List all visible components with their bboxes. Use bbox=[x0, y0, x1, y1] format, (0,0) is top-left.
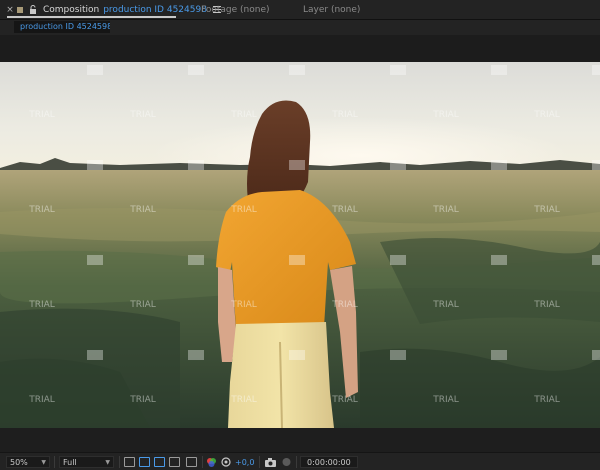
trial-watermark-text: TRIAL bbox=[129, 395, 156, 405]
watermark-logo-icon bbox=[390, 160, 406, 170]
watermark-logo-icon bbox=[592, 65, 600, 75]
show-snapshot-icon bbox=[282, 458, 291, 466]
watermark-logo-icon bbox=[87, 65, 103, 75]
channel-button[interactable] bbox=[206, 456, 217, 468]
active-tab-underline bbox=[7, 16, 176, 18]
watermark-logo-icon bbox=[289, 65, 305, 75]
trial-watermark-text: TRIAL bbox=[331, 110, 358, 120]
watermark-logo-icon bbox=[87, 255, 103, 265]
magnification-dropdown[interactable]: 50% ▼ bbox=[6, 456, 50, 468]
divider bbox=[259, 456, 260, 468]
divider bbox=[202, 456, 203, 468]
trial-watermark-text: TRIAL bbox=[331, 300, 358, 310]
reset-exposure-button[interactable] bbox=[221, 456, 231, 468]
composition-breadcrumb[interactable]: production ID 4524598 bbox=[14, 21, 110, 33]
divider bbox=[54, 456, 55, 468]
camera-icon bbox=[265, 457, 276, 467]
trial-watermark-text: TRIAL bbox=[432, 300, 459, 310]
watermark-logo-icon bbox=[87, 160, 103, 170]
trial-watermark-text: TRIAL bbox=[230, 110, 257, 120]
lock-icon[interactable] bbox=[29, 5, 37, 14]
exposure-icon bbox=[221, 457, 231, 467]
viewer-frame-image: TRIAL TRIAL TRIAL TRIAL TRIAL TRIAL TRIAL TRIAL… bbox=[0, 62, 600, 428]
watermark-logo-icon bbox=[188, 255, 204, 265]
viewer-top-padding bbox=[0, 35, 600, 62]
tab-footage[interactable]: Footage (none) bbox=[201, 0, 270, 19]
watermark-logo-icon bbox=[188, 65, 204, 75]
trial-watermark-text: TRIAL bbox=[432, 395, 459, 405]
trial-watermark-text: TRIAL bbox=[28, 205, 55, 215]
tab-composition-name: production ID 4524598 bbox=[103, 4, 207, 15]
fast-previews-icon bbox=[124, 457, 135, 467]
magnification-value: 50% bbox=[10, 457, 28, 467]
resolution-value: Full bbox=[63, 457, 77, 467]
watermark-logo-icon bbox=[491, 350, 507, 360]
watermark-logo-icon bbox=[390, 65, 406, 75]
viewer-bottom-padding bbox=[0, 428, 600, 452]
trial-watermark-text: TRIAL bbox=[533, 205, 560, 215]
chevron-down-icon: ▼ bbox=[105, 458, 110, 466]
trial-watermark-text: TRIAL bbox=[28, 300, 55, 310]
watermark-logo-icon bbox=[289, 160, 305, 170]
watermark-logo-icon bbox=[390, 255, 406, 265]
transparency-grid-button[interactable] bbox=[139, 456, 150, 468]
trial-watermark-text: TRIAL bbox=[129, 300, 156, 310]
trial-watermark-text: TRIAL bbox=[129, 110, 156, 120]
region-of-interest-button[interactable] bbox=[169, 456, 180, 468]
watermark-logo-icon bbox=[188, 350, 204, 360]
trial-watermark-text: TRIAL bbox=[331, 395, 358, 405]
watermark-logo-icon bbox=[491, 65, 507, 75]
watermark-logo-icon bbox=[87, 350, 103, 360]
fast-previews-button[interactable] bbox=[124, 456, 135, 468]
region-of-interest-icon bbox=[169, 457, 180, 467]
trial-watermark-text: TRIAL bbox=[331, 205, 358, 215]
trial-watermark-text: TRIAL bbox=[533, 300, 560, 310]
watermark-logo-icon bbox=[491, 255, 507, 265]
panel-tab-bar: × Composition production ID 4524598 Foot… bbox=[0, 0, 600, 19]
watermark-logo-icon bbox=[592, 350, 600, 360]
divider bbox=[119, 456, 120, 468]
grid-guides-button[interactable] bbox=[186, 456, 197, 468]
trial-watermark-text: TRIAL bbox=[230, 395, 257, 405]
trial-watermark-text: TRIAL bbox=[432, 110, 459, 120]
label-color-swatch bbox=[17, 6, 23, 13]
watermark-logo-icon bbox=[390, 350, 406, 360]
trial-watermark-text: TRIAL bbox=[129, 205, 156, 215]
mask-visibility-button[interactable] bbox=[154, 456, 165, 468]
chevron-down-icon: ▼ bbox=[41, 458, 46, 466]
current-time-display[interactable]: 0:00:00:00 bbox=[300, 456, 358, 468]
watermark-logo-icon bbox=[592, 160, 600, 170]
watermark-logo-icon bbox=[289, 350, 305, 360]
grid-icon bbox=[186, 457, 197, 467]
trial-watermark-text: TRIAL bbox=[533, 395, 560, 405]
tab-layer[interactable]: Layer (none) bbox=[303, 0, 360, 19]
watermark-logo-icon bbox=[188, 160, 204, 170]
show-snapshot-button[interactable] bbox=[281, 456, 292, 468]
trial-watermark-text: TRIAL bbox=[230, 300, 257, 310]
viewer-bottom-toolbar: 50% ▼ Full ▼ +0,0 0:00:00:00 bbox=[0, 452, 600, 470]
watermark-logo-icon bbox=[592, 255, 600, 265]
snapshot-button[interactable] bbox=[265, 456, 276, 468]
trial-watermark-text: TRIAL bbox=[230, 205, 257, 215]
trial-watermark-text: TRIAL bbox=[28, 395, 55, 405]
exposure-value[interactable]: +0,0 bbox=[235, 456, 254, 468]
watermark-logo-icon bbox=[289, 255, 305, 265]
trial-watermark-text: TRIAL bbox=[28, 110, 55, 120]
composition-viewer[interactable]: TRIAL TRIAL TRIAL TRIAL TRIAL TRIAL TRIAL TRIAL… bbox=[0, 62, 600, 428]
trial-watermark-text: TRIAL bbox=[432, 205, 459, 215]
color-channel-icon bbox=[207, 458, 216, 467]
mask-visibility-icon bbox=[154, 457, 165, 467]
resolution-dropdown[interactable]: Full ▼ bbox=[59, 456, 114, 468]
divider bbox=[296, 456, 297, 468]
tab-composition-label: Composition bbox=[43, 4, 100, 15]
transparency-grid-icon bbox=[139, 457, 150, 467]
trial-watermark-text: TRIAL bbox=[533, 110, 560, 120]
watermark-logo-icon bbox=[491, 160, 507, 170]
